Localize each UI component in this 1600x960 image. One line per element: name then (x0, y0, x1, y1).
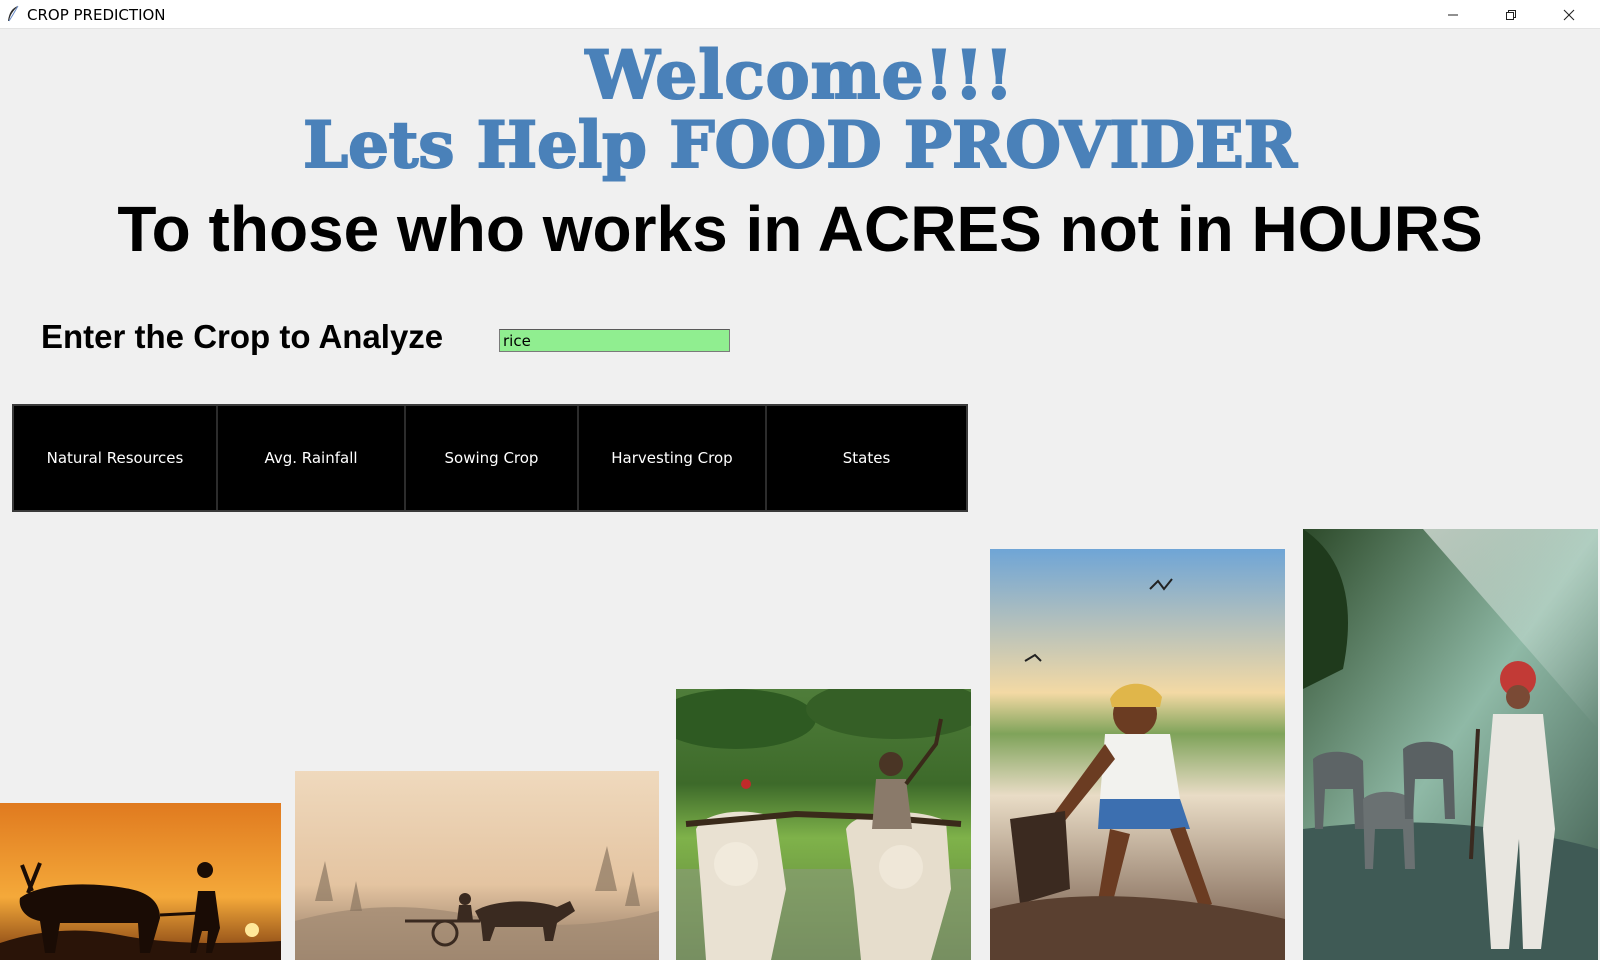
feather-icon (6, 5, 20, 23)
avg-rainfall-button[interactable]: Avg. Rainfall (218, 406, 406, 510)
analysis-button-bar: Natural Resources Avg. Rainfall Sowing C… (12, 404, 968, 512)
welcome-heading: Welcome!!! (585, 35, 1015, 115)
minimize-icon (1448, 14, 1458, 15)
restore-button[interactable] (1482, 0, 1540, 29)
herder-forest-photo (1303, 529, 1598, 960)
natural-resources-button[interactable]: Natural Resources (14, 406, 218, 510)
close-icon (1563, 9, 1575, 20)
sowing-crop-button[interactable]: Sowing Crop (406, 406, 579, 510)
crop-input-label: Enter the Crop to Analyze (41, 318, 444, 355)
help-heading: Lets Help FOOD PROVIDER (302, 107, 1298, 184)
misty-field-photo (295, 771, 659, 960)
window-titlebar[interactable]: CROP PREDICTION (0, 0, 1600, 29)
states-button[interactable]: States (767, 406, 966, 510)
minimize-button[interactable] (1424, 0, 1482, 29)
bulls-ploughing-photo (676, 689, 971, 960)
crop-input[interactable] (499, 329, 730, 352)
farmer-digging-photo (990, 549, 1285, 960)
restore-icon (1506, 9, 1516, 20)
tagline-heading: To those who works in ACRES not in HOURS (117, 193, 1483, 265)
window-title: CROP PREDICTION (27, 6, 166, 24)
close-button[interactable] (1540, 0, 1598, 29)
harvesting-crop-button[interactable]: Harvesting Crop (579, 406, 767, 510)
sunset-plough-photo (0, 803, 281, 960)
